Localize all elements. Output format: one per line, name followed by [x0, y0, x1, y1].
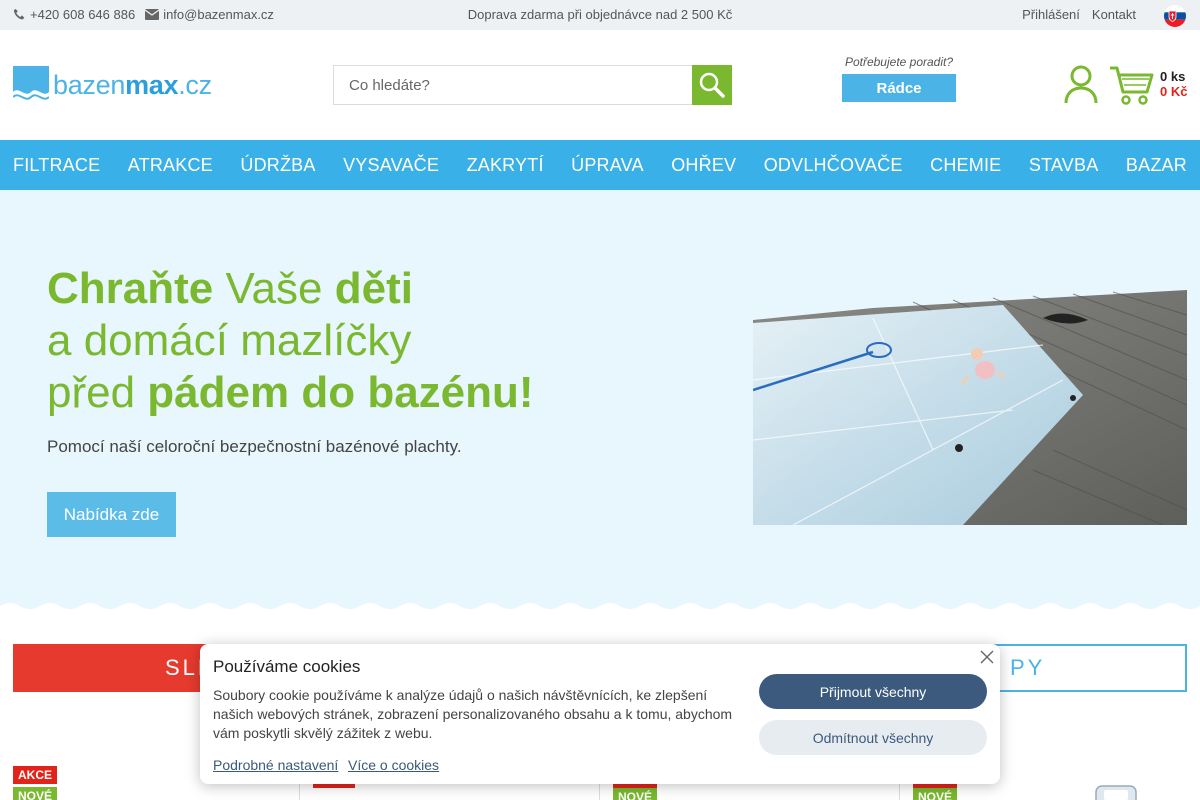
slovak-flag-icon[interactable] [1164, 5, 1186, 27]
reject-all-cookies-button[interactable]: Odmítnout všechny [759, 720, 987, 755]
cookie-consent-dialog: Používáme cookies Soubory cookie používá… [200, 644, 1000, 784]
advice-button[interactable]: Rádce [842, 74, 956, 102]
cookie-detail-settings-link[interactable]: Podrobné nastavení [213, 757, 338, 773]
nav-item-chemie[interactable]: CHEMIE [930, 155, 1001, 176]
site-header: bazenmax.cz Potřebujete poradit? Rádce 0… [0, 30, 1200, 140]
badge-akce: AKCE [13, 766, 58, 784]
cookie-text: Soubory cookie používáme k analýze údajů… [213, 687, 733, 741]
search-icon [699, 72, 725, 98]
login-link[interactable]: Přihlášení [1022, 7, 1080, 22]
nav-item-stavba[interactable]: STAVBA [1029, 155, 1099, 176]
nav-item-ohrev[interactable]: OHŘEV [671, 155, 736, 176]
site-logo[interactable]: bazenmax.cz [13, 66, 212, 104]
badge-akce-partial [313, 784, 355, 788]
logo-text: bazenmax.cz [53, 69, 212, 100]
nav-item-udrzba[interactable]: ÚDRŽBA [240, 155, 315, 176]
accept-all-cookies-button[interactable]: Přijmout všechny [759, 674, 987, 709]
cart-count: 0 ks [1160, 69, 1186, 84]
hero-heading: Chraňte Vaše děti a domácí mazlíčky před… [47, 264, 534, 417]
wave-logo-icon [13, 66, 49, 104]
cookie-more-info-link[interactable]: Více o cookies [348, 757, 439, 773]
nav-item-atrakce[interactable]: ATRAKCE [128, 155, 213, 176]
hero-banner: Chraňte Vaše děti a domácí mazlíčky před… [0, 190, 1200, 612]
nav-item-odvlhcovace[interactable]: ODVLHČOVAČE [764, 155, 903, 176]
contact-link[interactable]: Kontakt [1092, 7, 1136, 22]
hero-cta-button[interactable]: Nabídka zde [47, 492, 176, 537]
nav-item-filtrace[interactable]: FILTRACE [13, 155, 100, 176]
account-links: Přihlášení Kontakt [1022, 7, 1136, 22]
nav-item-zakryti[interactable]: ZAKRYTÍ [467, 155, 544, 176]
hero-wave-divider [0, 603, 1200, 612]
pool-cover-photo [753, 290, 1187, 525]
advice-question: Potřebujete poradit? [844, 55, 954, 69]
hero-subtitle: Pomocí naší celoroční bezpečnostní bazén… [47, 437, 462, 456]
cart-icon [1110, 66, 1154, 105]
main-navigation: FILTRACE ATRAKCE ÚDRŽBA VYSAVAČE ZAKRYTÍ… [0, 140, 1200, 190]
free-shipping-notice: Doprava zdarma při objednávce nad 2 500 … [467, 7, 733, 22]
nav-item-vysavace[interactable]: VYSAVAČE [343, 155, 439, 176]
search-bar [333, 65, 732, 105]
cart-total: 0 Kč [1160, 84, 1188, 99]
nav-item-uprava[interactable]: ÚPRAVA [571, 155, 644, 176]
cart-button[interactable] [1108, 64, 1154, 111]
close-icon[interactable] [979, 649, 995, 665]
badge-nove: NOVÉ [913, 788, 958, 800]
product-thumbnail [1095, 785, 1137, 800]
search-input[interactable] [333, 65, 693, 105]
cart-summary[interactable]: 0 ks 0 Kč [1160, 69, 1187, 99]
advice-block: Potřebujete poradit? Rádce [842, 55, 956, 102]
search-button[interactable] [692, 65, 732, 105]
badge-nove: NOVÉ [613, 788, 658, 800]
badge-nove: NOVÉ [13, 787, 58, 800]
user-account-button[interactable] [1063, 64, 1099, 109]
user-icon [1064, 65, 1098, 104]
cookie-title: Používáme cookies [213, 657, 361, 676]
nav-item-bazar[interactable]: BAZAR [1126, 155, 1187, 176]
top-bar: +420 608 646 886 info@bazenmax.cz Doprav… [0, 0, 1200, 30]
